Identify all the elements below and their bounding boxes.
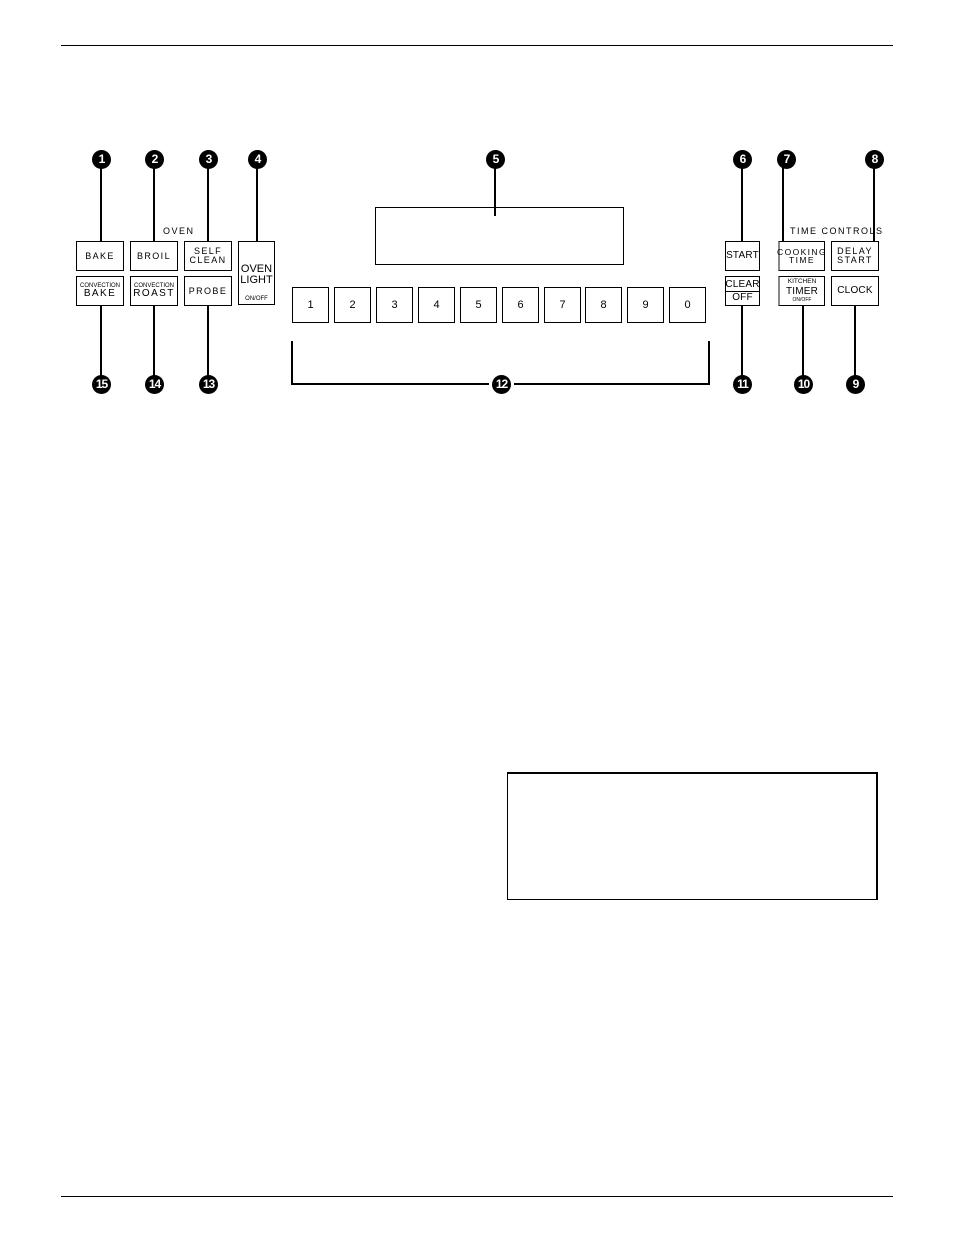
bottom-rule bbox=[61, 1196, 893, 1197]
callout-14: 14 bbox=[145, 375, 164, 394]
oven-light-sub-label: ON/OFF bbox=[245, 296, 268, 302]
note-box bbox=[507, 772, 878, 900]
number-key-6[interactable]: 6 bbox=[502, 287, 539, 323]
bake-button-label: BAKE bbox=[85, 250, 115, 261]
bracket-bottom-left bbox=[291, 383, 489, 385]
delay-start-label-line2: START bbox=[837, 255, 873, 265]
bake-button[interactable]: BAKE bbox=[76, 241, 124, 271]
callout-6: 6 bbox=[733, 150, 752, 169]
clear-off-button[interactable]: CLEAR OFF bbox=[725, 276, 760, 306]
bracket-bottom-right bbox=[514, 383, 710, 385]
probe-button[interactable]: PROBE bbox=[184, 276, 232, 306]
clear-off-top-label: CLEAR bbox=[725, 278, 760, 292]
leader-line-1 bbox=[100, 168, 102, 242]
leader-line-2 bbox=[153, 168, 155, 242]
self-clean-label-line2: CLEAN bbox=[189, 255, 227, 265]
start-button-label: START bbox=[726, 250, 759, 261]
self-clean-button[interactable]: SELF CLEAN bbox=[184, 241, 232, 271]
number-key-7[interactable]: 7 bbox=[544, 287, 581, 323]
number-key-9[interactable]: 9 bbox=[627, 287, 664, 323]
cooking-time-button[interactable]: COOKING TIME bbox=[777, 241, 826, 271]
callout-1: 1 bbox=[92, 150, 111, 169]
callout-15: 15 bbox=[92, 375, 111, 394]
kitchen-timer-main-label: TIMER bbox=[785, 285, 819, 297]
leader-line-14 bbox=[153, 305, 155, 377]
leader-line-13 bbox=[207, 305, 209, 377]
convection-roast-main-label: ROAST bbox=[133, 288, 175, 299]
number-key-4[interactable]: 4 bbox=[418, 287, 455, 323]
leader-line-9 bbox=[854, 305, 856, 377]
number-key-2[interactable]: 2 bbox=[334, 287, 371, 323]
convection-bake-main-label: BAKE bbox=[83, 288, 117, 299]
leader-line-10 bbox=[802, 305, 804, 377]
cooking-time-label-line2: TIME bbox=[789, 255, 815, 265]
clock-button-label: CLOCK bbox=[837, 285, 873, 296]
number-key-0[interactable]: 0 bbox=[669, 287, 706, 323]
callout-2: 2 bbox=[145, 150, 164, 169]
leader-line-7 bbox=[782, 168, 784, 246]
kitchen-timer-sub-label: ON/OFF bbox=[792, 296, 812, 303]
clock-button[interactable]: CLOCK bbox=[831, 276, 879, 306]
broil-button-label: BROIL bbox=[136, 250, 171, 261]
convection-roast-button[interactable]: CONVECTION ROAST bbox=[130, 276, 178, 306]
convection-bake-button[interactable]: CONVECTION BAKE bbox=[76, 276, 124, 306]
top-rule bbox=[61, 45, 893, 46]
leader-line-15 bbox=[100, 305, 102, 377]
number-key-8[interactable]: 8 bbox=[585, 287, 622, 323]
probe-button-label: PROBE bbox=[188, 285, 228, 296]
clear-off-main-label: OFF bbox=[732, 291, 753, 303]
leader-line-3 bbox=[207, 168, 209, 242]
callout-3: 3 bbox=[199, 150, 218, 169]
number-key-1[interactable]: 1 bbox=[292, 287, 329, 323]
start-button[interactable]: START bbox=[725, 241, 760, 271]
oven-group-title: OVEN bbox=[163, 226, 195, 236]
kitchen-timer-button[interactable]: KITCHEN TIMER ON/OFF bbox=[778, 276, 825, 306]
callout-7: 7 bbox=[777, 150, 796, 169]
delay-start-button[interactable]: DELAY START bbox=[831, 241, 879, 271]
kitchen-timer-top-label: KITCHEN bbox=[787, 278, 817, 286]
callout-8: 8 bbox=[865, 150, 884, 169]
bracket-left bbox=[291, 341, 293, 385]
oven-light-button[interactable]: OVEN LIGHT ON/OFF bbox=[238, 241, 275, 305]
leader-line-5-inner bbox=[494, 207, 496, 216]
leader-line-8 bbox=[873, 168, 875, 246]
callout-9: 9 bbox=[846, 375, 865, 394]
leader-line-6 bbox=[741, 168, 743, 242]
time-controls-group-title: TIME CONTROLS bbox=[790, 226, 884, 236]
number-key-5[interactable]: 5 bbox=[460, 287, 497, 323]
leader-line-4 bbox=[256, 168, 258, 242]
callout-4: 4 bbox=[248, 150, 267, 169]
callout-5: 5 bbox=[486, 150, 505, 169]
callout-10: 10 bbox=[794, 375, 813, 394]
callout-13: 13 bbox=[199, 375, 218, 394]
oven-light-label-line2: LIGHT bbox=[240, 274, 273, 286]
callout-11: 11 bbox=[733, 375, 752, 394]
display-window bbox=[375, 207, 624, 265]
callout-12: 12 bbox=[492, 375, 511, 394]
number-key-3[interactable]: 3 bbox=[376, 287, 413, 323]
leader-line-11 bbox=[741, 305, 743, 377]
bracket-right bbox=[708, 341, 710, 385]
broil-button[interactable]: BROIL bbox=[130, 241, 178, 271]
